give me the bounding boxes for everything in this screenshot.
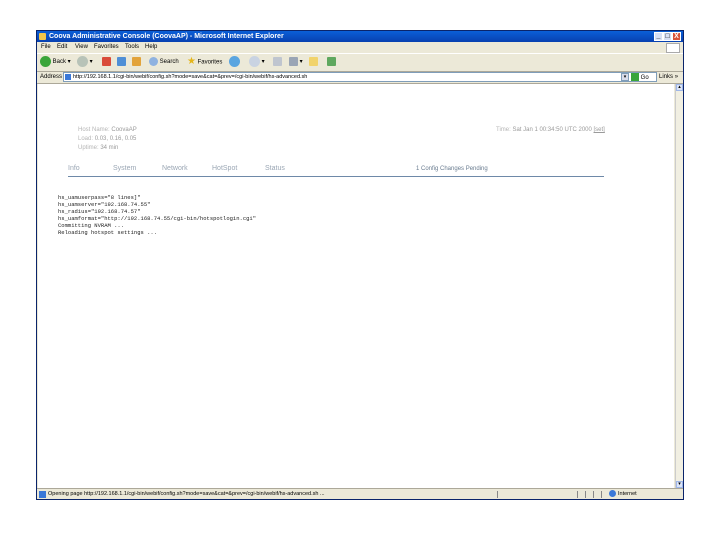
menu-tools[interactable]: Tools [125, 42, 139, 52]
history-icon [229, 56, 240, 67]
folder-icon [309, 56, 318, 66]
favorites-button[interactable]: ★ Favorites [187, 56, 222, 68]
status-divider [593, 491, 594, 498]
mail-button[interactable]: ▾ [249, 56, 265, 68]
refresh-button[interactable] [117, 56, 126, 68]
stop-button[interactable] [102, 56, 111, 68]
status-divider [577, 491, 578, 498]
star-icon: ★ [187, 56, 196, 67]
home-button[interactable] [132, 56, 141, 68]
status-divider [601, 491, 602, 498]
history-button[interactable] [229, 56, 240, 68]
status-divider [497, 491, 498, 498]
title-bar[interactable]: Coova Administrative Console (CoovaAP) -… [37, 31, 683, 42]
refresh-icon [117, 56, 126, 66]
nav-network[interactable]: Network [162, 165, 188, 172]
nav-info[interactable]: Info [68, 165, 80, 172]
menu-file[interactable]: File [41, 42, 51, 52]
page-icon [65, 73, 71, 80]
menu-edit[interactable]: Edit [57, 42, 67, 52]
status-divider [585, 491, 586, 498]
output-line: Reloading hotspot settings ... [58, 229, 158, 236]
links-button[interactable]: Links » [659, 71, 678, 83]
ie-icon [39, 33, 46, 40]
scroll-down-button[interactable]: ▾ [676, 481, 683, 488]
internet-zone-icon [609, 490, 616, 498]
host-name: Host Name: CoovaAP [78, 127, 137, 133]
time-set-link[interactable]: [set] [594, 127, 605, 133]
output-line: hs_uamformat="http://192.168.74.55/cgi-b… [58, 215, 257, 222]
nav-system[interactable]: System [113, 165, 136, 172]
address-input[interactable]: http://192.168.1.1/cgi-bin/webif/config.… [63, 72, 657, 82]
edit-button[interactable]: ▾ [289, 56, 303, 68]
address-dropdown-button[interactable]: ▾ [621, 73, 629, 81]
security-zone: Internet [609, 489, 637, 500]
status-bar: Opening page http://192.168.1.1/cgi-bin/… [37, 488, 683, 500]
windows-logo-icon [666, 43, 680, 53]
forward-arrow-icon [77, 56, 88, 67]
back-arrow-icon [40, 56, 51, 67]
status-text: Opening page http://192.168.1.1/cgi-bin/… [48, 491, 325, 497]
address-bar: Address http://192.168.1.1/cgi-bin/webif… [37, 71, 683, 84]
search-button[interactable]: Search [149, 56, 179, 68]
go-arrow-icon [631, 73, 639, 82]
nav-divider [68, 176, 604, 177]
output-line: hs_uamserver="192.168.74.55" [58, 201, 151, 208]
edit-icon [289, 56, 298, 66]
loading-page-icon [39, 491, 46, 498]
close-button[interactable]: X [672, 32, 681, 41]
uptime: Uptime: 34 min [78, 145, 119, 151]
menu-favorites[interactable]: Favorites [94, 42, 119, 52]
home-icon [132, 56, 141, 66]
maximize-button[interactable]: □ [663, 32, 672, 41]
print-icon [273, 56, 282, 66]
page-content: Host Name: CoovaAP Load: 0.03, 0.16, 0.0… [38, 84, 674, 488]
load: Load: 0.03, 0.16, 0.05 [78, 136, 137, 142]
vertical-scrollbar[interactable]: ▴ ▾ [675, 84, 683, 488]
menu-bar: File Edit View Favorites Tools Help [37, 42, 683, 52]
messenger-icon [327, 56, 336, 66]
nav-hotspot[interactable]: HotSpot [212, 165, 237, 172]
minimize-button[interactable]: _ [654, 32, 663, 41]
print-button[interactable] [273, 56, 282, 68]
search-icon [149, 56, 158, 66]
stop-icon [102, 56, 111, 66]
back-button[interactable]: Back ▾ [40, 56, 71, 68]
time: Time: Sat Jan 1 00:34:50 UTC 2000 [set] [496, 127, 605, 133]
forward-button[interactable]: ▾ [77, 56, 93, 68]
scroll-up-button[interactable]: ▴ [676, 84, 683, 91]
output-line: Committing NVRAM ... [58, 222, 125, 229]
menu-help[interactable]: Help [145, 42, 157, 52]
messenger-button[interactable] [327, 56, 336, 68]
address-label: Address [40, 74, 63, 80]
browser-window: Coova Administrative Console (CoovaAP) -… [36, 30, 684, 500]
menu-view[interactable]: View [75, 42, 88, 52]
command-output: hs_uamuserpass="8 lines]" hs_uamserver="1… [58, 194, 256, 236]
output-line: hs_radius="192.168.74.57" [58, 208, 141, 215]
window-title: Coova Administrative Console (CoovaAP) -… [49, 33, 284, 40]
config-changes-pending-link[interactable]: 1 Config Changes Pending [416, 166, 488, 172]
output-line: hs_uamuserpass="8 lines]" [58, 194, 141, 201]
folder-button[interactable] [309, 56, 318, 68]
mail-icon [249, 56, 260, 67]
toolbar: Back ▾ ▾ Search ★ Favorites ▾ ▾ [37, 53, 683, 72]
nav-status[interactable]: Status [265, 165, 285, 172]
go-button[interactable]: Go [631, 72, 649, 84]
